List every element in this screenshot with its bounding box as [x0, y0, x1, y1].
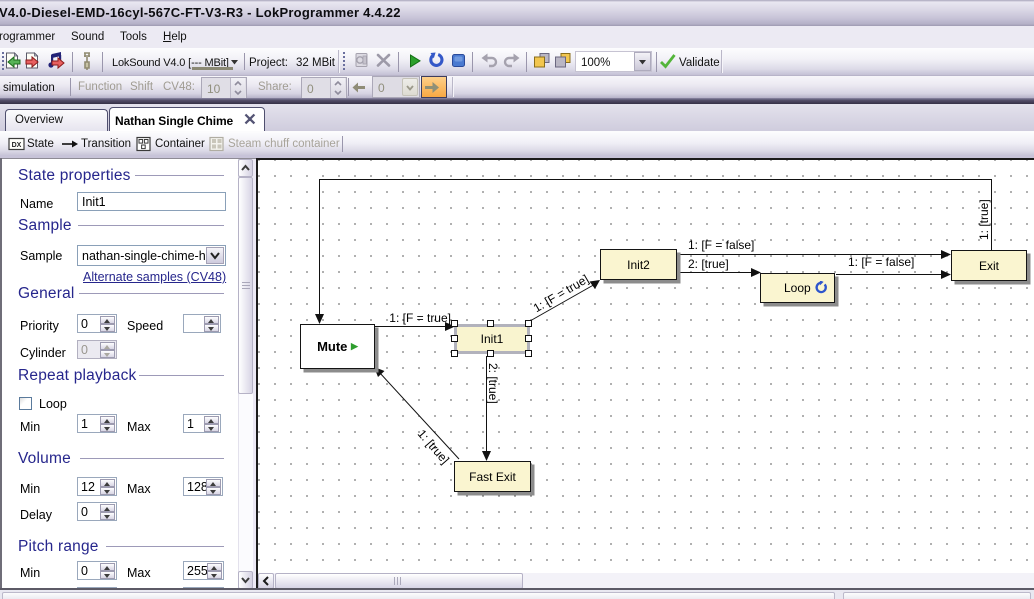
svg-text:2: [true]: 2: [true] [486, 363, 500, 404]
svg-text:DX: DX [12, 142, 22, 149]
svg-text:1: [F = true]: 1: [F = true] [531, 272, 591, 315]
svg-text:2: [true]: 2: [true] [688, 257, 729, 271]
svg-text:1: [true]: 1: [true] [415, 427, 452, 467]
svg-text:1: [true]: 1: [true] [977, 199, 991, 240]
svg-text:1: [F = false]: 1: [F = false] [848, 255, 914, 269]
svg-text:1: [F = false]: 1: [F = false] [688, 238, 754, 252]
svg-text:1: [F = true]: 1: [F = true] [389, 311, 451, 325]
